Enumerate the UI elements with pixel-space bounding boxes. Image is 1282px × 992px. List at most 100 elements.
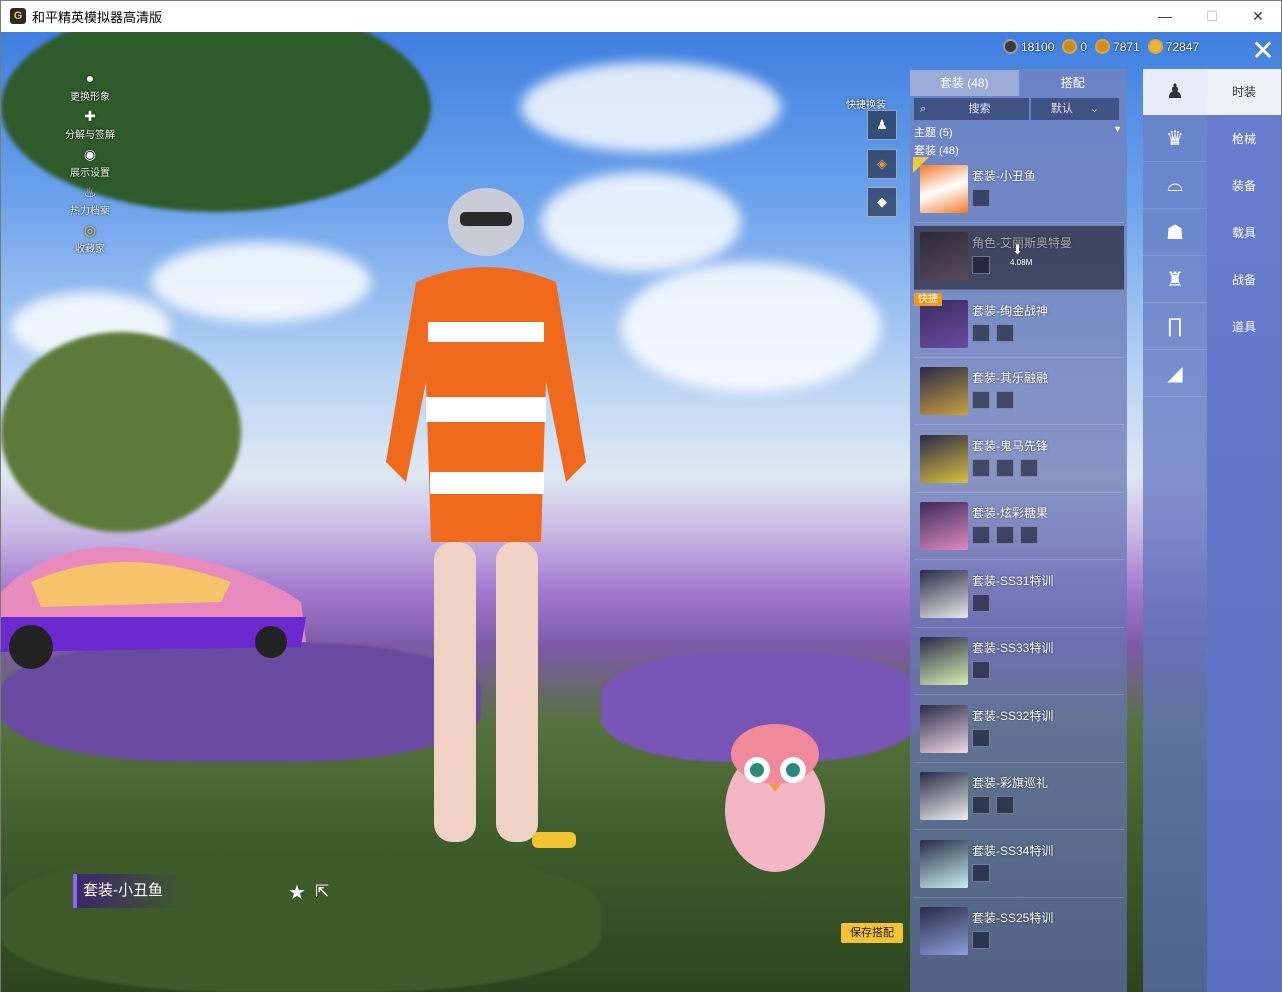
part-thumbnail [996,796,1014,814]
category-top[interactable]: ♜ [1143,257,1207,303]
suit-thumbnail [920,502,968,550]
collector-button[interactable]: ◎ 收藏家 [59,222,121,255]
tab-equipment[interactable]: 装备 [1207,163,1281,209]
suit-thumbnail [920,232,968,280]
outfit-swap-button[interactable]: ♟ [867,110,897,140]
part-thumbnail [972,931,990,949]
display-settings-button[interactable]: ◉ 展示设置 [59,146,121,179]
suit-count-header: 套装 (48) [914,145,959,157]
pants-icon: ∏ [1166,315,1184,337]
coin-icon [1062,39,1078,54]
list-item[interactable]: 快捷 套装-绚金战神 [914,293,1124,358]
heat-archive-button[interactable]: ♨ 热力档案 [59,184,121,217]
medal-icon: ◎ [83,222,97,238]
puzzle-icon: ✚ [84,108,96,124]
part-thumbnail [996,391,1014,409]
quick-change-label: 快捷换装 [846,100,886,111]
download-size: 4.08M [1010,258,1033,267]
change-appearance-button[interactable]: ● 更换形象 [59,70,121,103]
bush [1,332,241,532]
part-thumbnail [972,459,990,477]
grass [1,852,601,992]
part-thumbnail [972,594,990,612]
list-item[interactable]: 套装-SS33特训 [914,631,1124,695]
badge-button[interactable]: ◈ [867,149,897,179]
tab-combos[interactable]: 搭配 [1019,70,1128,96]
list-item[interactable]: 套装-SS25特训 [914,901,1124,965]
close-window-button[interactable]: ✕ [1235,1,1281,31]
share-icon[interactable]: ⇱ [315,882,329,902]
list-item[interactable]: 套装-其乐融融 [914,361,1124,425]
caret-down-icon[interactable]: ▼ [1113,124,1122,134]
suit-thumbnail [920,705,968,753]
hat-icon: ♛ [1166,128,1184,150]
currency-item[interactable]: 7871 [1095,39,1140,54]
list-item[interactable]: 套装-小丑鱼 [913,157,1124,223]
part-thumbnail [1020,526,1038,544]
tab-vehicles[interactable]: 载具 [1207,210,1281,256]
download-icon[interactable]: ⬇ [1012,242,1023,258]
category-glasses[interactable]: ⌓ [1143,163,1207,209]
list-item[interactable]: 套装-SS34特训 [914,834,1124,898]
top-icon: ♜ [1166,269,1184,291]
currency-item[interactable]: 0 [1062,39,1087,54]
currency-item[interactable]: 18100 [1003,39,1054,54]
list-item[interactable]: 角色-艾丽斯奥特曼 ⬇ 4.08M [914,226,1124,290]
favorite-star-icon[interactable]: ★ [288,880,306,905]
list-item[interactable]: 套装-SS31特训 [914,564,1124,628]
save-combo-button[interactable]: 保存搭配 [841,923,903,943]
tab-suits[interactable]: 套装 (48) [910,70,1019,96]
part-thumbnail [972,189,990,207]
flame-icon: ♨ [83,184,97,200]
badge-icon: ◈ [877,156,887,171]
part-thumbnail [996,459,1014,477]
currency-item[interactable]: 72847 [1147,39,1199,54]
close-wardrobe-button[interactable]: ✕ [1249,37,1277,66]
mask-icon: ☗ [1166,222,1184,244]
emulator-window: G 和平精英模拟器高清版 — ☐ ✕ ● 更换形象 ✚ 分解与签解 ◉ 展示设置… [0,0,1282,992]
diamond-button[interactable]: ◆ [867,187,897,217]
list-item[interactable]: 套装-彩旗巡礼 [914,766,1124,830]
tab-battle-prep[interactable]: 战备 [1207,257,1281,303]
quick-badge: 快捷 [914,293,942,306]
minimize-button[interactable]: — [1142,1,1188,31]
diamond-icon: ◆ [877,194,887,209]
category-pants[interactable]: ∏ [1143,304,1207,350]
tab-guns[interactable]: 枪械 [1207,116,1281,162]
search-icon: ⌕ [920,103,927,115]
tab-fashion[interactable]: 时装 [1207,69,1281,115]
list-item[interactable]: 套装-鬼马先锋 [914,429,1124,493]
chevron-down-icon: ⌄ [1089,103,1100,115]
list-item[interactable]: 套装-炫彩糖果 [914,496,1124,560]
window-title: 和平精英模拟器高清版 [32,9,163,25]
maximize-button[interactable]: ☐ [1189,1,1235,31]
category-shoes[interactable]: ◢ [1143,351,1207,397]
app-logo-icon: G [10,8,26,24]
search-input[interactable]: ⌕ 搜索 [914,98,1029,120]
part-thumbnail [972,729,990,747]
part-thumbnail [996,324,1014,342]
part-thumbnail [1020,459,1038,477]
title-bar: G 和平精英模拟器高清版 — ☐ ✕ [1,1,1281,31]
equipped-check-icon [913,157,929,173]
coin-icon [1147,39,1163,54]
player-character [386,188,586,848]
part-thumbnail [972,391,990,409]
game-viewport: ● 更换形象 ✚ 分解与签解 ◉ 展示设置 ♨ 热力档案 ◎ 收藏家 18100… [1,32,1281,992]
category-mask[interactable]: ☗ [1143,210,1207,256]
suit-thumbnail [920,435,968,483]
currency-bar: 18100 0 7871 72847 [1003,39,1199,54]
category-outfit[interactable]: ♟ [1143,69,1207,115]
list-item[interactable]: 套装-SS32特训 [914,699,1124,763]
decompose-button[interactable]: ✚ 分解与签解 [59,108,121,141]
suit-thumbnail [920,840,968,888]
sort-dropdown[interactable]: 默认 ⌄ [1031,98,1119,120]
cloud [151,242,371,322]
part-thumbnail [972,526,990,544]
coin-icon [1095,39,1111,54]
tab-props[interactable]: 道具 [1207,304,1281,350]
suit-thumbnail [920,637,968,685]
theme-header[interactable]: 主题 (5) [914,124,953,140]
coin-icon [1003,39,1018,54]
category-hat[interactable]: ♛ [1143,116,1207,162]
